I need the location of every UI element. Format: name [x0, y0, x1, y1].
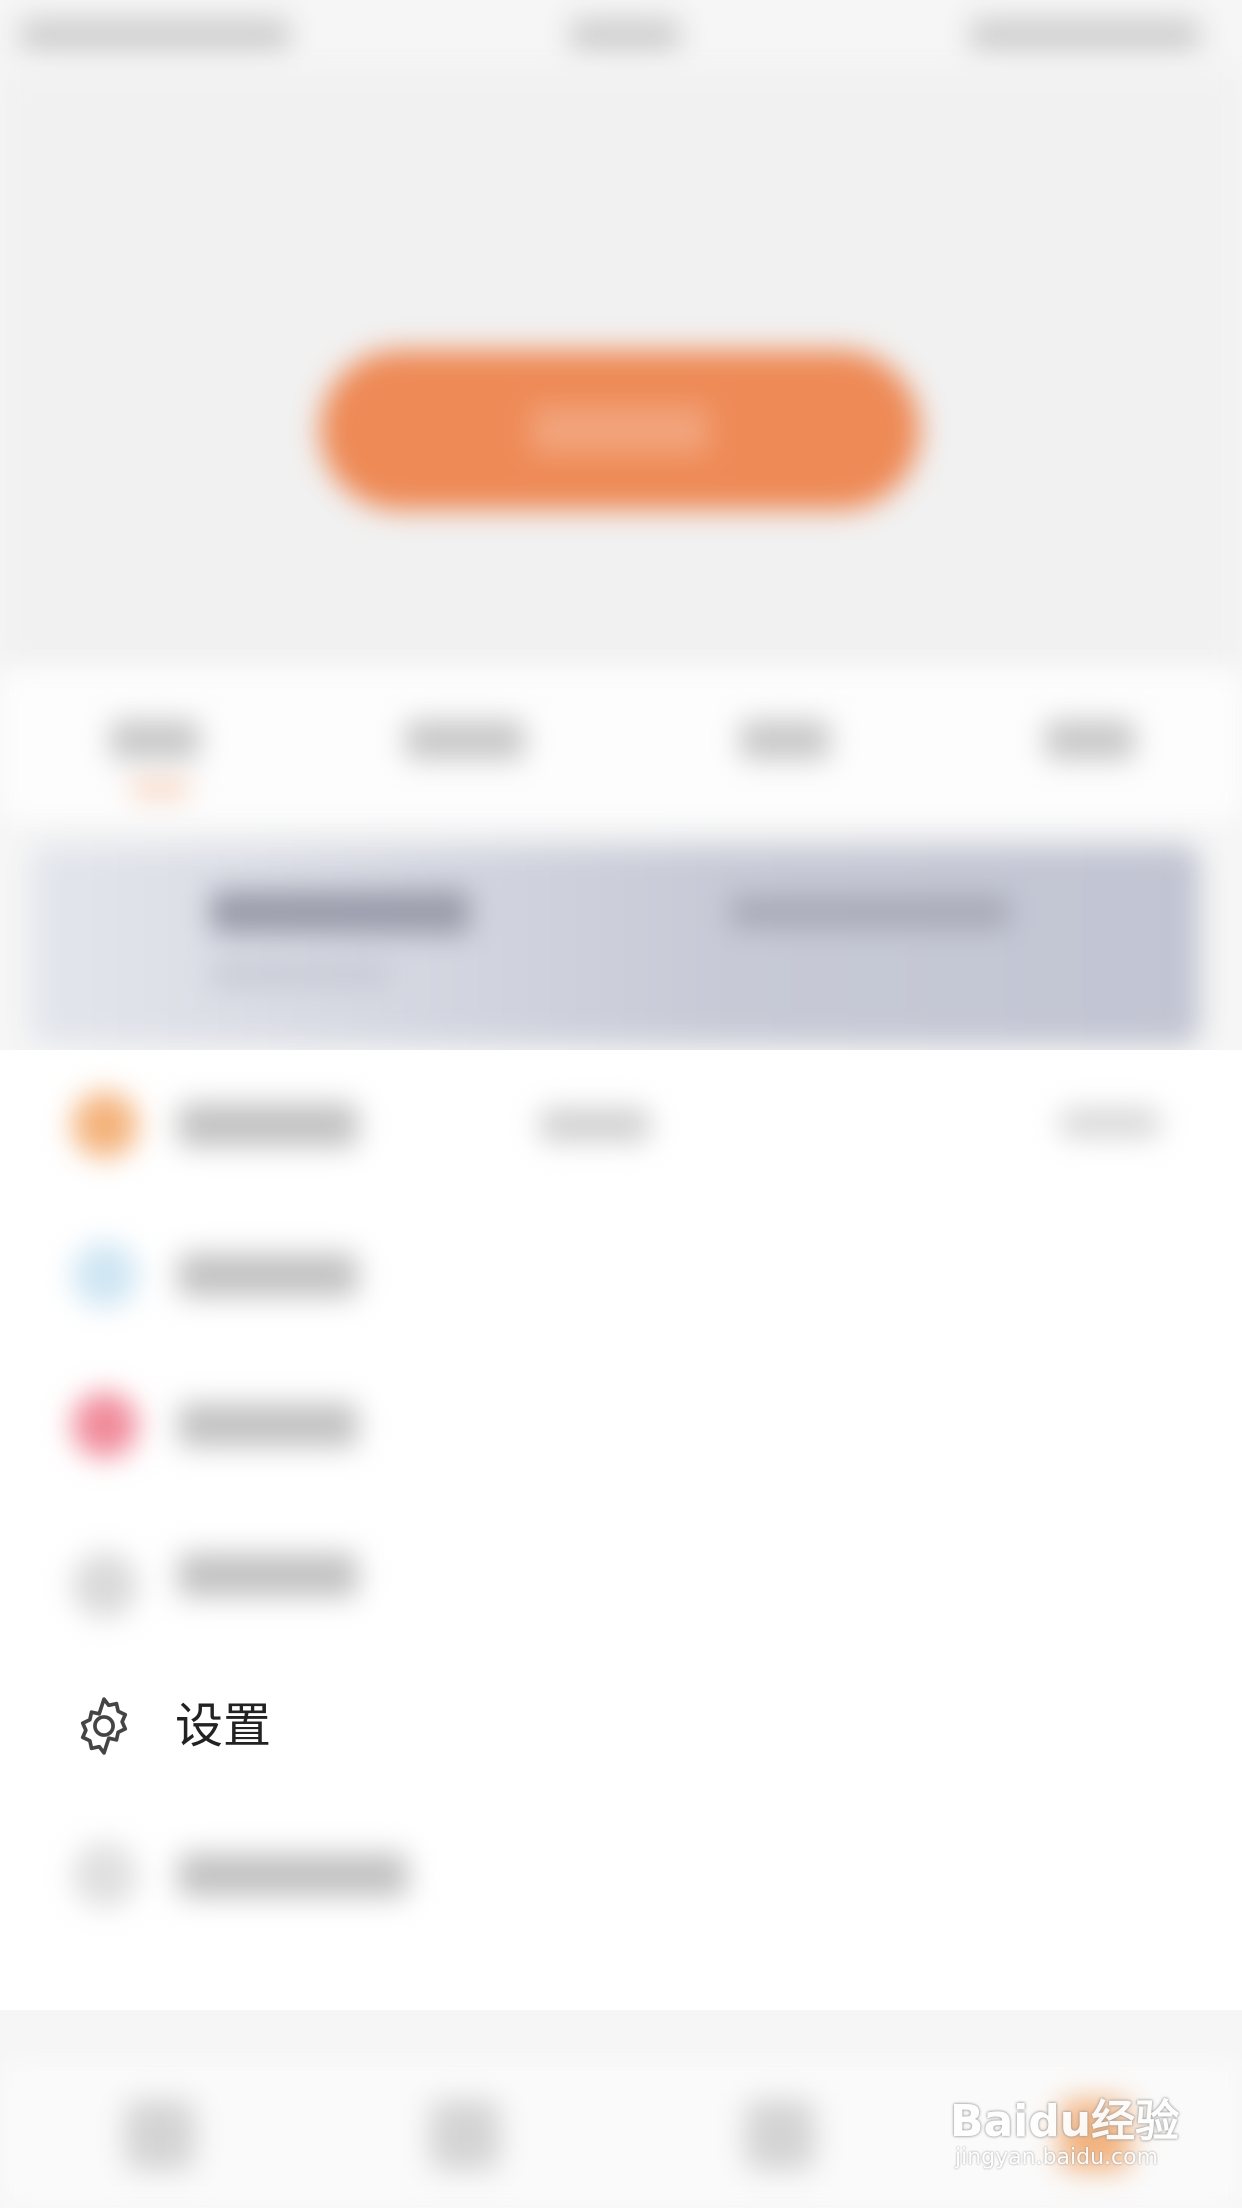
status-time — [570, 18, 680, 52]
tab-4[interactable] — [1045, 720, 1135, 760]
login-button[interactable] — [320, 350, 920, 510]
menu-sub-1b — [1060, 1108, 1160, 1138]
status-bar — [0, 0, 1242, 70]
menu-icon-6 — [72, 1842, 138, 1908]
gear-icon — [80, 1697, 128, 1755]
login-button-label — [530, 405, 710, 455]
menu-label-6 — [178, 1853, 408, 1897]
menu-icon-4 — [72, 1552, 138, 1618]
menu-row-1[interactable] — [0, 1050, 1242, 1200]
baidu-jingyan-watermark: Baidu经验 jingyan.baidu.com — [950, 2075, 1190, 2185]
promo-banner[interactable] — [30, 845, 1200, 1045]
menu-list — [0, 1050, 1242, 2010]
profile-header — [0, 70, 1242, 670]
banner-text — [730, 895, 1010, 929]
tab-bar — [0, 670, 1242, 820]
menu-row-2[interactable] — [0, 1200, 1242, 1350]
watermark-sub: jingyan.baidu.com — [955, 2145, 1159, 2170]
settings-menu-item[interactable]: 设置 — [0, 1650, 1242, 1800]
menu-label-2 — [178, 1253, 358, 1297]
tab-1[interactable] — [110, 720, 200, 760]
tab-2[interactable] — [405, 720, 525, 760]
watermark-main: Baidu经验 — [950, 2096, 1180, 2147]
nav-item-2[interactable] — [430, 2100, 500, 2170]
menu-row-3[interactable] — [0, 1350, 1242, 1500]
menu-icon-3 — [72, 1392, 138, 1458]
menu-label-1 — [178, 1103, 358, 1147]
menu-icon-1 — [72, 1092, 138, 1158]
menu-sub-1 — [540, 1108, 650, 1142]
tab-indicator — [130, 785, 190, 793]
menu-row-6[interactable] — [0, 1800, 1242, 1950]
status-carrier — [20, 18, 290, 52]
nav-item-1[interactable] — [125, 2100, 195, 2170]
banner-title — [210, 890, 470, 934]
menu-row-4[interactable] — [0, 1500, 1242, 1650]
settings-label: 设置 — [175, 1698, 272, 1754]
nav-item-3[interactable] — [745, 2100, 815, 2170]
banner-subtext — [210, 960, 390, 988]
menu-icon-2 — [72, 1242, 138, 1308]
menu-label-3 — [178, 1403, 358, 1447]
menu-label-4 — [178, 1553, 358, 1597]
status-battery — [970, 18, 1200, 52]
tab-3[interactable] — [740, 720, 830, 760]
